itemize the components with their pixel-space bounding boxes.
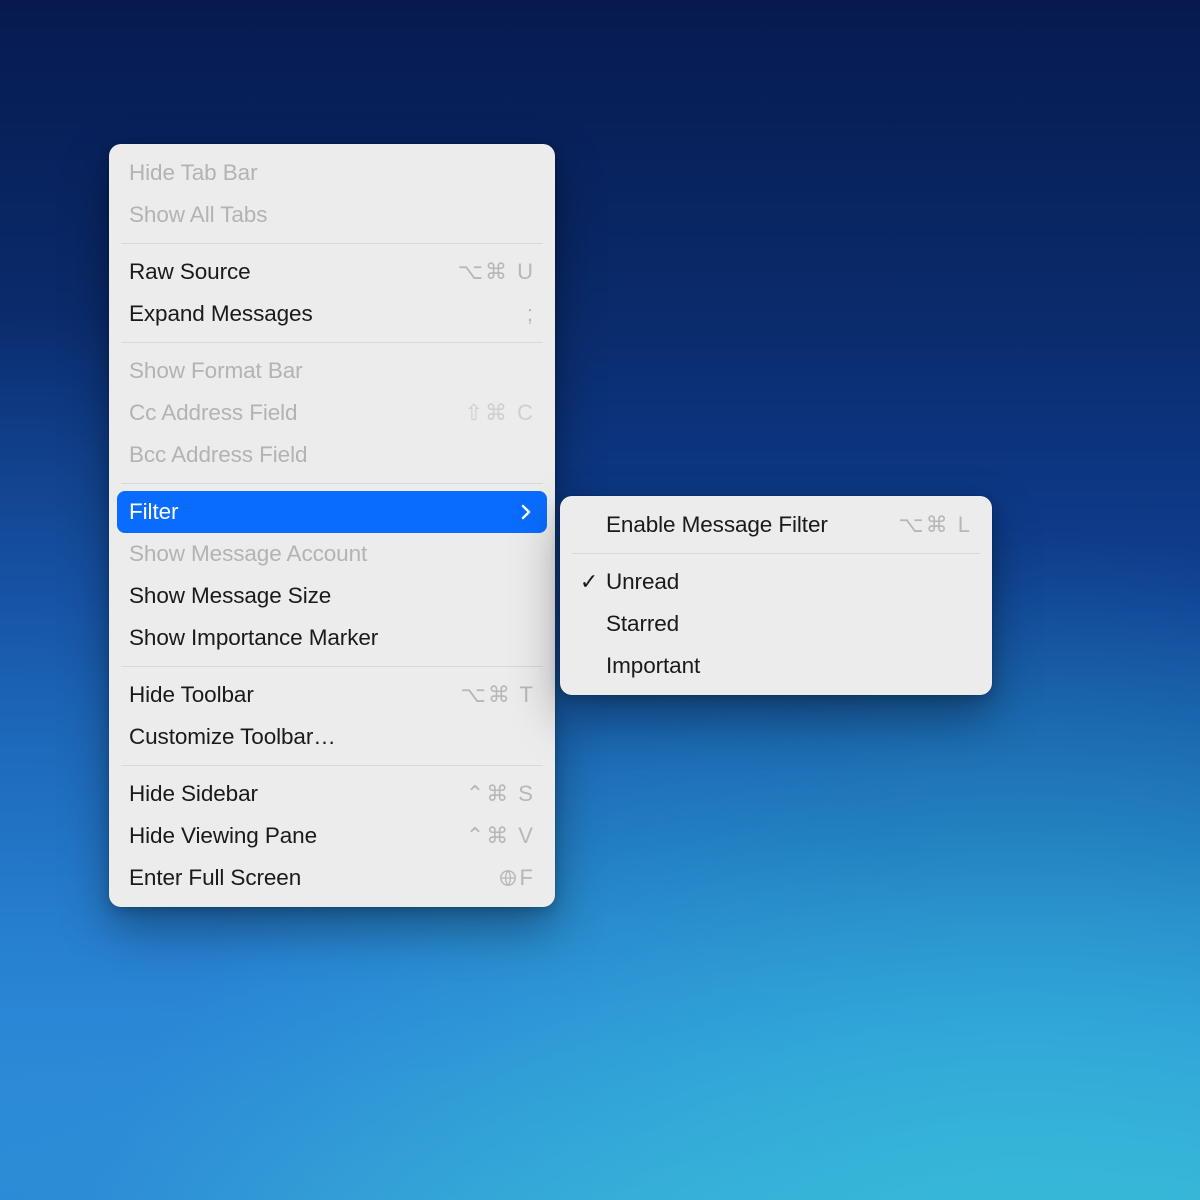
menu-item-customize-toolbar[interactable]: Customize Toolbar…: [117, 716, 547, 758]
menu-item-hide-toolbar[interactable]: Hide Toolbar ⌥⌘ T: [117, 674, 547, 716]
menu-item-label: Important: [606, 653, 700, 679]
menu-item-show-all-tabs: Show All Tabs: [117, 194, 547, 236]
menu-item-show-message-size[interactable]: Show Message Size: [117, 575, 547, 617]
menu-item-label: Show Message Size: [129, 583, 331, 609]
menu-item-label: Bcc Address Field: [129, 442, 307, 468]
keyboard-shortcut: ⌥⌘ T: [460, 682, 535, 708]
menu-separator: [121, 765, 543, 766]
keyboard-shortcut: ⌃⌘ S: [466, 781, 535, 807]
menu-item-label: Hide Tab Bar: [129, 160, 257, 186]
keyboard-shortcut: ;: [527, 301, 535, 327]
menu-item-hide-sidebar[interactable]: Hide Sidebar ⌃⌘ S: [117, 773, 547, 815]
menu-item-label: Expand Messages: [129, 301, 313, 327]
menu-item-label: Show All Tabs: [129, 202, 267, 228]
keyboard-shortcut: F: [498, 865, 535, 891]
menu-item-label: Unread: [606, 569, 679, 595]
menu-item-enter-full-screen[interactable]: Enter Full Screen F: [117, 857, 547, 899]
menu-item-hide-viewing-pane[interactable]: Hide Viewing Pane ⌃⌘ V: [117, 815, 547, 857]
submenu-item-important[interactable]: Important: [568, 645, 984, 687]
menu-item-label: Hide Viewing Pane: [129, 823, 317, 849]
menu-item-label: Enter Full Screen: [129, 865, 301, 891]
menu-item-label: Customize Toolbar…: [129, 724, 336, 750]
menu-item-label: Raw Source: [129, 259, 251, 285]
menu-item-expand-messages[interactable]: Expand Messages ;: [117, 293, 547, 335]
submenu-item-unread[interactable]: ✓ Unread: [568, 561, 984, 603]
menu-separator: [121, 342, 543, 343]
menu-item-label: Show Format Bar: [129, 358, 303, 384]
keyboard-shortcut-letter: F: [520, 865, 535, 891]
menu-item-cc-address-field: Cc Address Field ⇧⌘ C: [117, 392, 547, 434]
submenu-item-enable-message-filter[interactable]: Enable Message Filter ⌥⌘ L: [568, 504, 984, 546]
menu-item-show-format-bar: Show Format Bar: [117, 350, 547, 392]
menu-item-bcc-address-field: Bcc Address Field: [117, 434, 547, 476]
view-menu-dropdown: Hide Tab Bar Show All Tabs Raw Source ⌥⌘…: [109, 144, 555, 907]
submenu-item-starred[interactable]: Starred: [568, 603, 984, 645]
chevron-right-icon: [517, 503, 535, 521]
menu-item-label: Hide Toolbar: [129, 682, 254, 708]
keyboard-shortcut: ⌥⌘ U: [458, 259, 535, 285]
menu-item-label: Show Message Account: [129, 541, 367, 567]
keyboard-shortcut: ⇧⌘ C: [465, 400, 535, 426]
menu-separator: [121, 243, 543, 244]
menu-item-filter[interactable]: Filter: [117, 491, 547, 533]
menu-separator: [572, 553, 980, 554]
checkmark-icon: ✓: [578, 569, 600, 595]
menu-item-show-message-account: Show Message Account: [117, 533, 547, 575]
menu-separator: [121, 666, 543, 667]
menu-item-label: Starred: [606, 611, 679, 637]
menu-item-label: Hide Sidebar: [129, 781, 258, 807]
desktop-background: Hide Tab Bar Show All Tabs Raw Source ⌥⌘…: [0, 0, 1200, 1200]
menu-item-show-importance-marker[interactable]: Show Importance Marker: [117, 617, 547, 659]
menu-item-raw-source[interactable]: Raw Source ⌥⌘ U: [117, 251, 547, 293]
keyboard-shortcut: ⌃⌘ V: [466, 823, 535, 849]
menu-separator: [121, 483, 543, 484]
menu-item-label: Cc Address Field: [129, 400, 297, 426]
keyboard-shortcut: ⌥⌘ L: [898, 512, 972, 538]
menu-item-label: Enable Message Filter: [606, 512, 828, 538]
globe-icon: [498, 868, 518, 888]
menu-item-hide-tab-bar: Hide Tab Bar: [117, 152, 547, 194]
filter-submenu: Enable Message Filter ⌥⌘ L ✓ Unread Star…: [560, 496, 992, 695]
menu-item-label: Show Importance Marker: [129, 625, 378, 651]
menu-item-label: Filter: [129, 499, 178, 525]
